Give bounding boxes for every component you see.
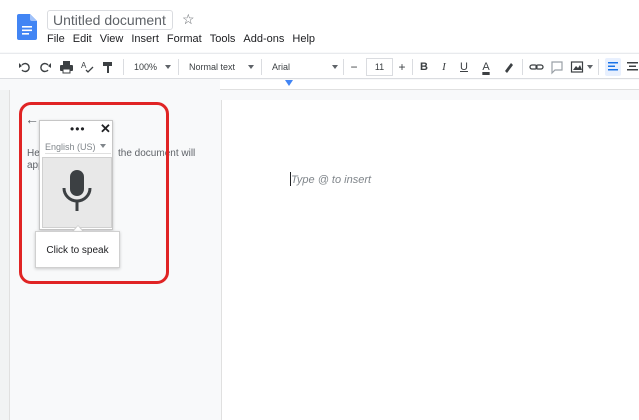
- chevron-down-icon: [248, 65, 254, 69]
- toolbar-divider: [343, 59, 344, 75]
- style-select[interactable]: Normal text: [189, 58, 244, 76]
- svg-text:A: A: [81, 61, 87, 70]
- font-select[interactable]: Arial: [272, 58, 327, 76]
- font-size-input[interactable]: 11: [366, 58, 393, 76]
- spellcheck-icon[interactable]: A: [80, 58, 95, 76]
- zoom-select[interactable]: 100%: [134, 58, 164, 76]
- chevron-down-icon: [587, 65, 593, 69]
- toolbar-divider: [522, 59, 523, 75]
- menu-format[interactable]: Format: [167, 32, 202, 48]
- toolbar-divider: [123, 59, 124, 75]
- menu-edit[interactable]: Edit: [73, 32, 92, 48]
- menu-file[interactable]: File: [47, 32, 65, 48]
- insert-image-icon[interactable]: [570, 58, 584, 76]
- menu-help[interactable]: Help: [292, 32, 315, 48]
- menu-insert[interactable]: Insert: [131, 32, 159, 48]
- title-bar: Untitled document ☆ File Edit View Inser…: [0, 0, 639, 52]
- menu-view[interactable]: View: [100, 32, 124, 48]
- horizontal-ruler: [220, 80, 639, 90]
- print-icon[interactable]: [59, 58, 74, 76]
- link-icon[interactable]: [529, 58, 544, 76]
- menu-tools[interactable]: Tools: [210, 32, 236, 48]
- text-color-button[interactable]: A: [479, 58, 493, 76]
- align-center-icon[interactable]: [626, 58, 639, 76]
- toolbar-divider: [261, 59, 262, 75]
- decrease-font-size-button[interactable]: −: [347, 58, 361, 76]
- increase-font-size-button[interactable]: +: [395, 58, 409, 76]
- redo-icon[interactable]: [38, 58, 52, 76]
- toolbar-divider: [412, 59, 413, 75]
- undo-icon[interactable]: [18, 58, 32, 76]
- toolbar-divider: [178, 59, 179, 75]
- italic-button[interactable]: I: [437, 58, 451, 76]
- chevron-down-icon: [332, 65, 338, 69]
- paint-format-icon[interactable]: [101, 58, 115, 76]
- menu-bar: File Edit View Insert Format Tools Add-o…: [47, 32, 323, 48]
- document-page[interactable]: [221, 100, 639, 420]
- bold-button[interactable]: B: [417, 58, 431, 76]
- indent-marker-icon[interactable]: [285, 80, 293, 86]
- menu-addons[interactable]: Add-ons: [243, 32, 284, 48]
- highlight-pen-icon[interactable]: [502, 58, 516, 76]
- chevron-down-icon: [165, 65, 171, 69]
- annotation-highlight-box: [19, 102, 169, 284]
- star-icon[interactable]: ☆: [182, 9, 196, 29]
- docs-logo-icon[interactable]: [17, 14, 37, 40]
- toolbar: A 100% Normal text Arial − 11 + B I U A: [0, 53, 639, 79]
- vertical-ruler: [0, 90, 10, 420]
- align-left-icon[interactable]: [605, 58, 621, 76]
- underline-button[interactable]: U: [457, 58, 471, 76]
- google-docs-window: Untitled document ☆ File Edit View Inser…: [0, 0, 639, 420]
- toolbar-divider: [598, 59, 599, 75]
- document-title-input[interactable]: Untitled document: [47, 10, 173, 30]
- document-placeholder: Type @ to insert: [291, 174, 372, 186]
- comment-icon[interactable]: [550, 58, 564, 76]
